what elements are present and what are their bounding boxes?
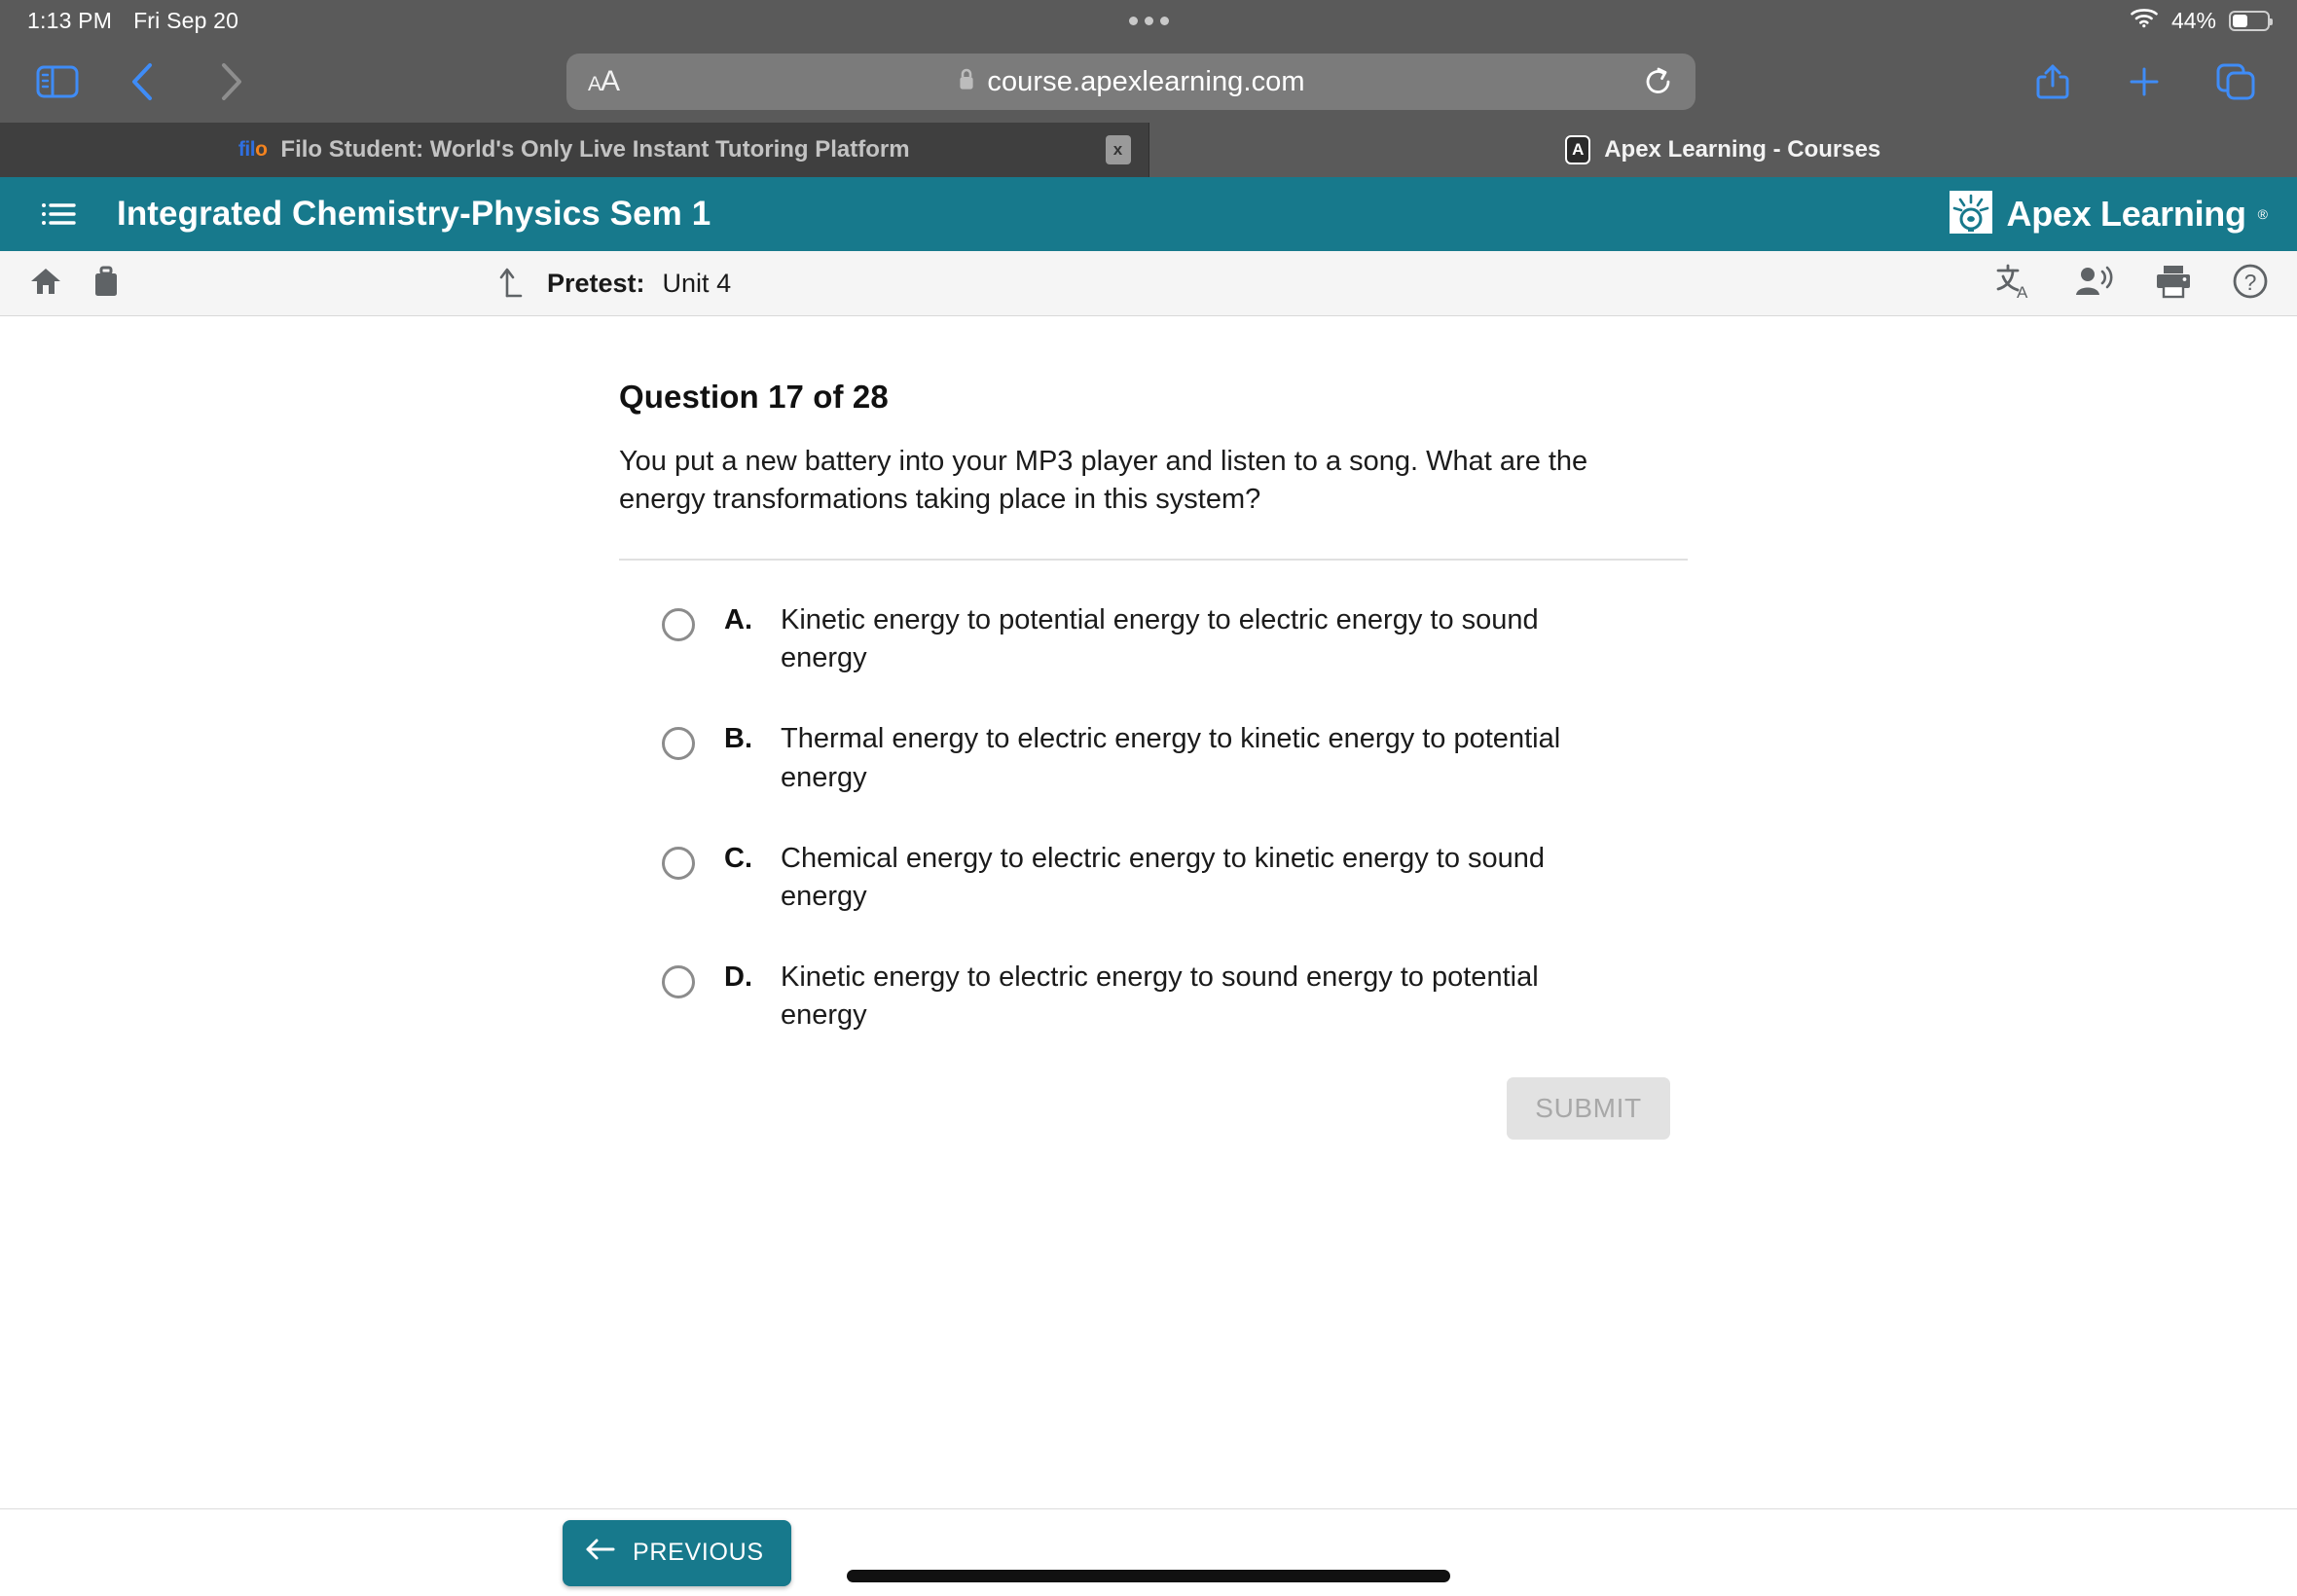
submit-button[interactable]: SUBMIT: [1507, 1077, 1670, 1141]
multitask-dots-icon: [1128, 16, 1169, 25]
apex-favicon: A: [1565, 135, 1591, 164]
forward-button[interactable]: [197, 48, 265, 116]
wifi-icon: [2130, 7, 2159, 34]
answer-choice-a[interactable]: A. Kinetic energy to potential energy to…: [662, 601, 1684, 677]
arrow-left-icon: [584, 1537, 617, 1569]
text-size-large-label: A: [601, 65, 620, 97]
question-prompt: You put a new battery into your MP3 play…: [619, 446, 1588, 515]
battery-percent: 44%: [2170, 7, 2216, 33]
close-tab-button[interactable]: x: [1105, 135, 1131, 164]
question-panel: Question 17 of 28 You put a new battery …: [613, 316, 1688, 1141]
browser-tab-apex[interactable]: A Apex Learning - Courses: [1148, 123, 2297, 177]
answer-choice-b[interactable]: B. Thermal energy to electric energy to …: [662, 720, 1684, 796]
answer-choices: A. Kinetic energy to potential energy to…: [619, 601, 1684, 1034]
choice-letter-d: D.: [724, 961, 752, 993]
svg-text:?: ?: [2244, 270, 2257, 295]
tabs-overview-button[interactable]: [2202, 48, 2270, 116]
choice-text-d: Kinetic energy to electric energy to sou…: [781, 961, 1539, 1032]
print-icon[interactable]: [2153, 263, 2194, 305]
apex-registered-mark: ®: [2257, 206, 2268, 222]
radio-button-b[interactable]: [662, 727, 695, 761]
previous-button[interactable]: PREVIOUS: [563, 1519, 791, 1586]
previous-button-label: PREVIOUS: [633, 1539, 764, 1566]
status-bar: 1:13 PM Fri Sep 20 44%: [0, 0, 2297, 41]
tab-bar: filo Filo Student: World's Only Live Ins…: [0, 123, 2297, 177]
choice-letter-b: B.: [724, 723, 752, 755]
choice-letter-a: A.: [724, 604, 752, 636]
submit-row: SUBMIT: [619, 1077, 1684, 1141]
home-indicator[interactable]: [847, 1570, 1450, 1582]
text-size-small-label: A: [588, 73, 602, 95]
address-bar-center: course.apexlearning.com: [566, 66, 1695, 98]
status-bar-right: 44%: [2130, 7, 2273, 34]
up-level-arrow-icon[interactable]: [496, 263, 529, 305]
question-divider: [619, 559, 1688, 562]
apex-brand[interactable]: Apex Learning ®: [1947, 188, 2268, 241]
status-date: Fri Sep 20: [133, 7, 239, 33]
back-button[interactable]: [109, 48, 177, 116]
hamburger-menu-icon[interactable]: [29, 184, 90, 244]
question-heading: Question 17 of 28: [619, 379, 889, 415]
breadcrumb: Pretest: Unit 4: [0, 263, 2297, 305]
choice-text-b: Thermal energy to electric energy to kin…: [781, 723, 1561, 793]
breadcrumb-value: Unit 4: [662, 268, 732, 298]
choice-text-c: Chemical energy to electric energy to ki…: [781, 842, 1546, 912]
sidebar-toggle-icon[interactable]: [23, 48, 91, 116]
apex-header: Integrated Chemistry-Physics Sem 1 Apex …: [0, 177, 2297, 251]
apex-lightbulb-logo-icon: [1947, 188, 1995, 241]
subbar-left-icons: [27, 264, 123, 304]
svg-text:A: A: [2017, 283, 2028, 301]
browser-tab-filo[interactable]: filo Filo Student: World's Only Live Ins…: [0, 123, 1148, 177]
translate-icon[interactable]: A: [1993, 262, 2036, 306]
multitask-handle[interactable]: [0, 16, 2297, 25]
radio-button-a[interactable]: [662, 608, 695, 642]
choice-text-a: Kinetic energy to potential energy to el…: [781, 604, 1539, 674]
web-page: Integrated Chemistry-Physics Sem 1 Apex …: [0, 177, 2297, 1596]
apex-brand-name: Apex Learning: [2006, 194, 2246, 234]
choice-letter-c: C.: [724, 842, 752, 874]
address-bar[interactable]: AA course.apexlearning.com: [566, 54, 1695, 110]
filo-favicon: filo: [237, 138, 268, 161]
home-icon[interactable]: [27, 264, 64, 304]
question-content: Question 17 of 28 You put a new battery …: [0, 316, 2297, 1508]
browser-tab-label: Apex Learning - Courses: [1604, 136, 1881, 163]
radio-button-d[interactable]: [662, 964, 695, 998]
reload-button[interactable]: [1643, 65, 1674, 98]
course-title: Integrated Chemistry-Physics Sem 1: [117, 195, 711, 233]
browser-toolbar: AA course.apexlearning.com: [0, 41, 2297, 123]
url-text: course.apexlearning.com: [987, 65, 1305, 97]
answer-choice-c[interactable]: C. Chemical energy to electric energy to…: [662, 840, 1684, 916]
radio-button-c[interactable]: [662, 846, 695, 880]
page-footer: PREVIOUS: [0, 1508, 2297, 1596]
answer-choice-d[interactable]: D. Kinetic energy to electric energy to …: [662, 959, 1684, 1034]
subbar-right-icons: A ?: [1993, 262, 2270, 306]
share-button[interactable]: [2019, 48, 2087, 116]
new-tab-button[interactable]: [2110, 48, 2178, 116]
breadcrumb-label: Pretest:: [547, 268, 645, 298]
read-aloud-icon[interactable]: [2073, 263, 2116, 305]
battery-icon: [2229, 10, 2273, 31]
briefcase-icon[interactable]: [90, 264, 123, 304]
text-size-button[interactable]: AA: [588, 65, 620, 98]
ipad-screen: 1:13 PM Fri Sep 20 44% A A course.apexle…: [0, 0, 2297, 1596]
status-time: 1:13 PM: [27, 7, 113, 33]
page-subbar: Pretest: Unit 4 A ?: [0, 251, 2297, 316]
status-bar-left: 1:13 PM Fri Sep 20: [27, 8, 238, 34]
help-icon[interactable]: ?: [2231, 262, 2270, 306]
browser-tab-label: Filo Student: World's Only Live Instant …: [280, 136, 910, 163]
lock-icon: [957, 67, 976, 96]
